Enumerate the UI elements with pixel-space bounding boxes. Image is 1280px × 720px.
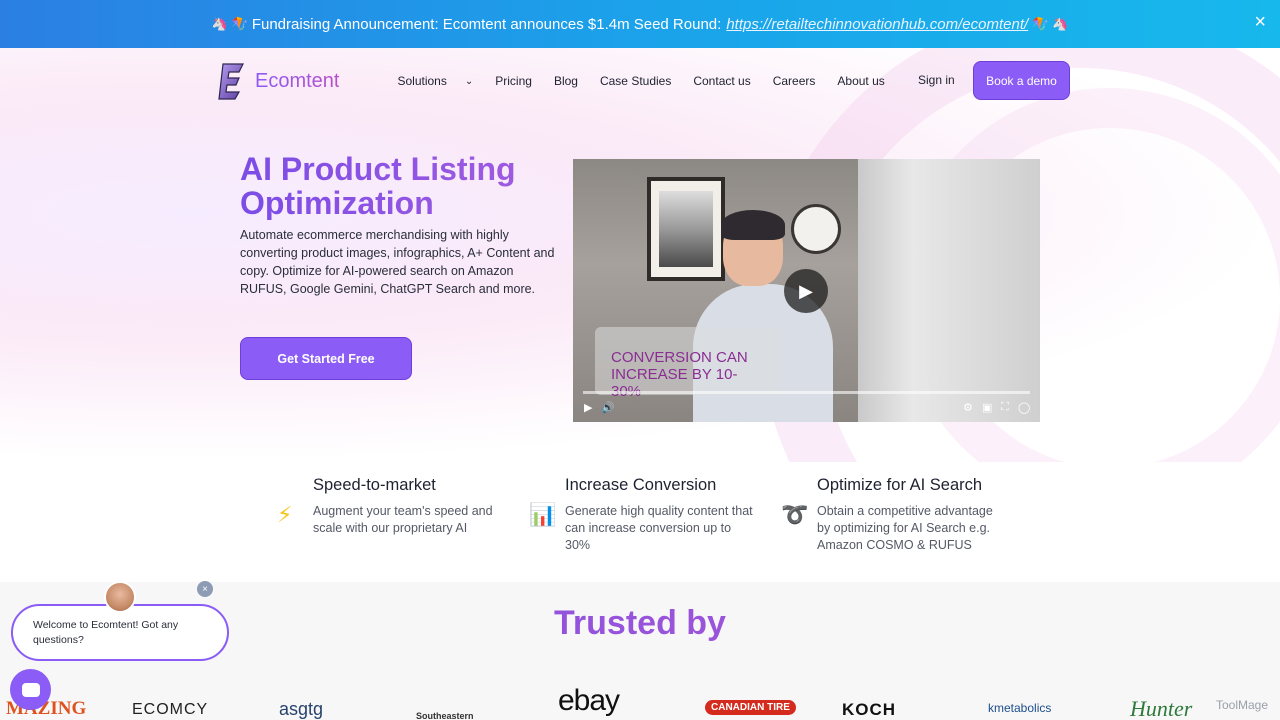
logo-asgtg: asgtg [279,699,324,719]
logo-kmetabolics: kmetabolics [988,701,1052,715]
knot-icon: ➰ [781,502,809,527]
nav-about-us[interactable]: About us [837,74,884,88]
ecomtent-logo-icon[interactable] [217,61,245,101]
nav-careers[interactable]: Careers [773,74,816,88]
settings-icon[interactable]: ⚙ [963,401,973,414]
chat-avatar [104,581,136,613]
feature-title: Optimize for AI Search [817,476,983,494]
lightning-icon: ⚡ [277,502,293,527]
logo-ebay: ebay [558,684,620,717]
chat-launcher-icon[interactable] [10,669,51,710]
close-icon[interactable]: × [1254,11,1266,34]
emoji-right: 🪁 🦄 [1032,16,1069,31]
get-started-button[interactable]: Get Started Free [240,337,412,380]
bar-chart-icon: 📊 [529,502,557,527]
fullscreen-icon[interactable]: ⛶ [1001,401,1009,414]
announcement-link[interactable]: https://retailtechinnovationhub.com/ecom… [726,16,1028,33]
nav-blog[interactable]: Blog [554,74,578,88]
nav-pricing[interactable]: Pricing [495,74,532,88]
play-icon[interactable]: ▶ [784,269,828,313]
logo-hunter: Hunter [1130,696,1193,720]
pip-icon[interactable]: ▣ [982,401,992,414]
nav-solutions[interactable]: Solutions ⌄ [397,74,473,88]
cc-icon[interactable]: ◯ [1018,401,1030,414]
features-section: ⚡ Speed-to-market Augment your team's sp… [0,462,1280,582]
chat-close-icon[interactable]: × [197,581,213,597]
announcement-bar: 🦄 🪁 Fundraising Announcement: Ecomtent a… [0,0,1280,48]
emoji-left: 🦄 🪁 [211,16,248,31]
video-progress-bar[interactable] [583,391,1030,394]
chevron-down-icon: ⌄ [464,75,474,87]
nav-contact-us[interactable]: Contact us [693,74,750,88]
feature-ai-search: ➰ Optimize for AI Search Obtain a compet… [781,476,1057,554]
watermark: ToolMage [1215,698,1268,712]
logo-southeastern: Southeastern [416,711,474,720]
brand-name[interactable]: Ecomtent [255,70,339,93]
nav-menu: Solutions ⌄ Pricing Blog Case Studies Co… [397,74,906,88]
feature-description: Augment your team's speed and scale with… [313,504,493,535]
logo-canadian-tire: CANADIAN TIRE [705,700,796,715]
logo-ecomcy: ECOMCY [132,701,209,718]
hero-description: Automate ecommerce merchandising with hi… [240,228,555,296]
hero-video[interactable]: CONVERSION CAN INCREASE BY 10-30% ▶ ▶ 🔊 … [573,159,1040,422]
nav-solutions-label: Solutions [397,74,447,88]
feature-description: Obtain a competitive advantage by optimi… [817,504,993,552]
sign-in-link[interactable]: Sign in [918,73,955,87]
hero-title: AI Product Listing Optimization [240,152,560,220]
feature-title: Speed-to-market [313,476,436,494]
video-caption: CONVERSION CAN INCREASE BY 10-30% [595,327,781,400]
monitor [858,159,1040,422]
play-small-icon[interactable]: ▶ [584,401,592,414]
feature-conversion: 📊 Increase Conversion Generate high qual… [529,476,805,554]
announcement-text: Fundraising Announcement: Ecomtent annou… [251,15,722,33]
video-controls: ▶ 🔊 ⚙ ▣ ⛶ ◯ [573,397,1040,421]
logo-koch: KOCH [842,700,897,719]
main-nav: Ecomtent Solutions ⌄ Pricing Blog Case S… [217,60,1070,102]
volume-icon[interactable]: 🔊 [601,401,615,414]
nav-case-studies[interactable]: Case Studies [600,74,671,88]
feature-speed: ⚡ Speed-to-market Augment your team's sp… [277,476,553,537]
book-demo-button[interactable]: Book a demo [973,61,1070,100]
feature-title: Increase Conversion [565,476,717,494]
feature-description: Generate high quality content that can i… [565,504,753,552]
